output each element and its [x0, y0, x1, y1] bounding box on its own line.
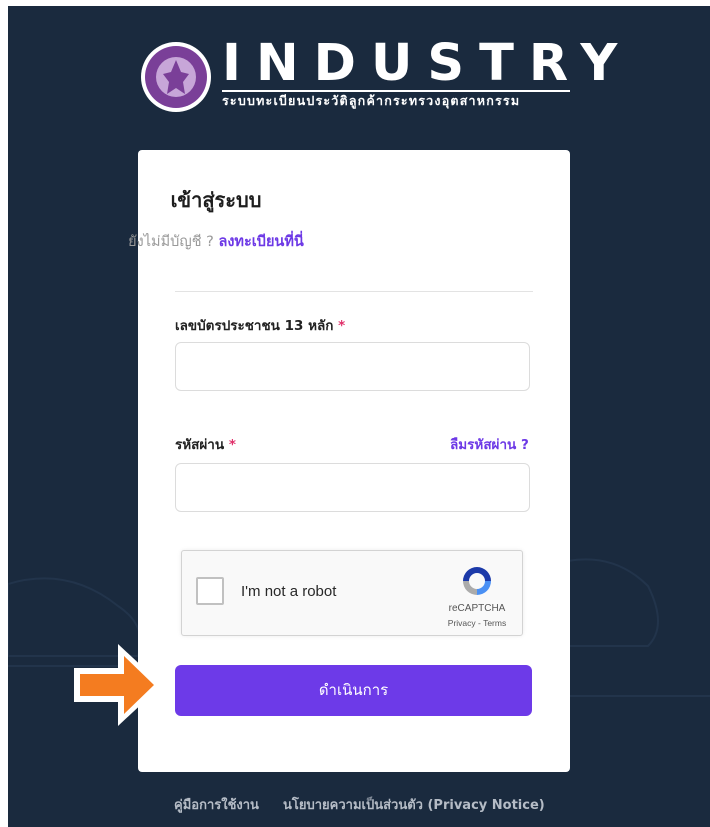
- recaptcha-terms-link[interactable]: Privacy - Terms: [434, 618, 520, 628]
- submit-button[interactable]: ดำเนินการ: [175, 665, 532, 716]
- recaptcha-checkbox[interactable]: [196, 577, 224, 605]
- password-label-text: รหัสผ่าน: [175, 437, 225, 453]
- login-title: เข้าสู่ระบบ: [170, 188, 262, 212]
- password-label: รหัสผ่าน *: [175, 433, 236, 455]
- id-card-input[interactable]: [175, 342, 530, 391]
- recaptcha-brand: reCAPTCHA: [448, 603, 506, 614]
- footer-manual-link[interactable]: คู่มือการใช้งาน: [174, 794, 259, 815]
- signup-prompt: ยังไม่มีบัญชี ? ลงทะเบียนที่นี่: [0, 230, 432, 253]
- forgot-password-link[interactable]: ลืมรหัสผ่าน ?: [450, 433, 529, 455]
- required-mark: *: [338, 318, 346, 334]
- brand-subtitle: ระบบทะเบียนประวัติลูกค้ากระทรวงอุตสาหกรร…: [222, 93, 521, 108]
- pointer-arrow-icon: [74, 644, 162, 726]
- password-input[interactable]: [175, 463, 530, 512]
- id-card-label-text: เลขบัตรประชาชน 13 หลัก: [175, 318, 334, 334]
- recaptcha-label: I'm not a robot: [241, 583, 337, 600]
- signup-question: ยังไม่มีบัญชี ?: [128, 234, 214, 250]
- ministry-seal-icon: [141, 42, 211, 112]
- footer-privacy-link[interactable]: นโยบายความเป็นส่วนตัว (Privacy Notice): [283, 794, 545, 815]
- recaptcha-widget: I'm not a robot reCAPTCHA Privacy - Term…: [181, 550, 523, 636]
- brand-title: INDUSTRY: [222, 34, 633, 93]
- recaptcha-logo-icon: [463, 567, 491, 595]
- id-card-label: เลขบัตรประชาชน 13 หลัก *: [175, 314, 345, 336]
- divider: [175, 291, 533, 292]
- signup-link[interactable]: ลงทะเบียนที่นี่: [218, 234, 303, 250]
- required-mark: *: [228, 437, 236, 453]
